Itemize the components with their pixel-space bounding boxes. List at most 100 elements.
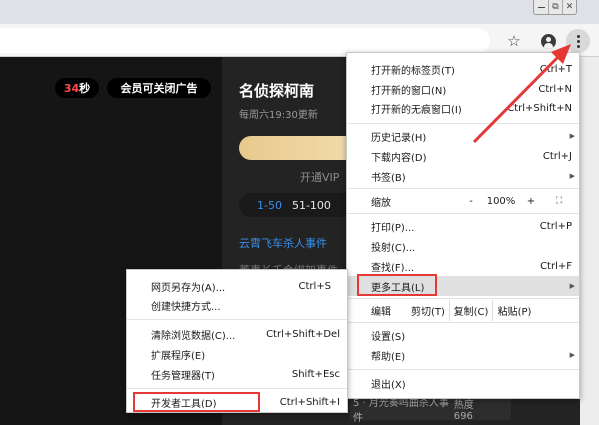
- menu-item-cast[interactable]: 投射(C)...: [347, 236, 579, 256]
- tab-episodes-1-50[interactable]: 1-50: [257, 199, 282, 212]
- submenu-arrow-icon: ▶: [569, 132, 575, 140]
- menu-item-settings[interactable]: 设置(S): [347, 325, 579, 345]
- menu-label: 帮助(E): [371, 351, 406, 363]
- menu-zoom-row: 缩放 - 100% + ⛶: [347, 191, 579, 211]
- menu-shortcut: Ctrl+Shift+N: [507, 102, 572, 114]
- cut-button[interactable]: 剪切(T): [407, 300, 450, 321]
- submenu-arrow-icon: ▶: [569, 282, 575, 290]
- tab-episodes-51-100[interactable]: 51-100: [292, 199, 331, 212]
- show-update-schedule: 每周六19:30更新: [239, 110, 318, 121]
- ad-countdown-badge: 34 秒: [55, 78, 99, 98]
- submenu-arrow-icon: ▶: [569, 172, 575, 180]
- ad-countdown-unit: 秒: [79, 82, 91, 95]
- menu-divider: [347, 213, 579, 214]
- vip-gold-button[interactable]: [239, 136, 359, 160]
- menu-label: 下载内容(D): [371, 152, 427, 164]
- menu-item-incognito[interactable]: 打开新的无痕窗口(I) Ctrl+Shift+N: [347, 98, 579, 118]
- submenu-arrow-icon: ▶: [569, 351, 575, 359]
- annotation-box-more-tools: [357, 274, 437, 296]
- menu-shortcut: Ctrl+J: [542, 150, 572, 162]
- submenu-item-save-as[interactable]: 网页另存为(A)... Ctrl+S: [127, 276, 347, 296]
- menu-divider: [127, 319, 347, 320]
- vip-close-ad-label: 会员可关闭广告: [120, 82, 198, 95]
- menu-shortcut: Ctrl+T: [539, 63, 572, 75]
- submenu-item-create-shortcut[interactable]: 创建快捷方式...: [127, 295, 347, 315]
- menu-item-downloads[interactable]: 下载内容(D) Ctrl+J: [347, 146, 579, 166]
- menu-item-find[interactable]: 查找(F)... Ctrl+F: [347, 256, 579, 276]
- star-icon: ☆: [507, 32, 521, 50]
- menu-edit-row: 编辑 剪切(T) 复制(C) 粘贴(P): [347, 300, 579, 321]
- copy-button[interactable]: 复制(C): [450, 300, 493, 321]
- menu-item-help[interactable]: 帮助(E) ▶: [347, 345, 579, 365]
- menu-label: 书签(B): [371, 172, 406, 184]
- submenu-item-task-manager[interactable]: 任务管理器(T) Shift+Esc: [127, 364, 347, 384]
- profile-button[interactable]: [537, 30, 559, 52]
- restore-button[interactable]: ⧉: [548, 0, 562, 14]
- menu-label: 扩展程序(E): [151, 350, 206, 362]
- window-controls: ⧉ ✕: [533, 0, 577, 15]
- episode-range-tabs: 1-50 51-100: [239, 193, 359, 217]
- menu-item-print[interactable]: 打印(P)... Ctrl+P: [347, 216, 579, 236]
- menu-item-history[interactable]: 历史记录(H) ▶: [347, 126, 579, 146]
- menu-shortcut: Ctrl+N: [538, 83, 572, 95]
- menu-divider: [347, 369, 579, 370]
- menu-shortcut: Ctrl+S: [298, 280, 331, 292]
- show-title: 名侦探柯南: [239, 82, 315, 100]
- menu-label: 任务管理器(T): [151, 370, 215, 382]
- menu-label: 查找(F)...: [371, 262, 415, 274]
- fullscreen-icon[interactable]: ⛶: [556, 196, 562, 206]
- page-scrollbar[interactable]: [580, 57, 599, 425]
- menu-shortcut: Ctrl+Shift+I: [279, 396, 340, 408]
- menu-divider: [347, 123, 579, 124]
- minimize-button[interactable]: [534, 0, 548, 14]
- menu-label: 打开新的窗口(N): [371, 85, 447, 97]
- episode-list-item[interactable]: 5 · 月光奏鸣曲杀人事件 热度 696: [350, 398, 511, 424]
- menu-label: 设置(S): [371, 331, 406, 343]
- zoom-level: 100%: [486, 195, 516, 207]
- chrome-main-menu: 打开新的标签页(T) Ctrl+T 打开新的窗口(N) Ctrl+N 打开新的无痕窗…: [346, 52, 580, 399]
- menu-label: 打开新的标签页(T): [371, 65, 455, 77]
- bookmark-star-button[interactable]: ☆: [503, 30, 525, 52]
- zoom-in-button[interactable]: +: [520, 196, 542, 207]
- episode-link-current[interactable]: 云霄飞车杀人事件: [239, 235, 327, 251]
- minimize-icon: [537, 6, 545, 8]
- menu-shortcut: Ctrl+Shift+Del: [266, 328, 340, 340]
- menu-shortcut: Ctrl+F: [540, 260, 572, 272]
- menu-item-new-window[interactable]: 打开新的窗口(N) Ctrl+N: [347, 79, 579, 99]
- menu-label: 打开新的无痕窗口(I): [371, 104, 462, 116]
- screen: ⧉ ✕ ☆ 34 秒 会员可关闭广告 名侦探柯南 每周六19:30更新 开通VIP…: [0, 0, 599, 425]
- edit-label: 编辑: [371, 307, 391, 318]
- menu-item-new-tab[interactable]: 打开新的标签页(T) Ctrl+T: [347, 59, 579, 79]
- submenu-item-clear-data[interactable]: 清除浏览数据(C)... Ctrl+Shift+Del: [127, 324, 347, 344]
- three-dots-menu-icon: [576, 34, 580, 48]
- menu-divider: [347, 298, 579, 299]
- menu-divider: [347, 322, 579, 323]
- menu-label: 打印(P)...: [371, 222, 415, 234]
- close-window-button[interactable]: ✕: [562, 0, 576, 14]
- vip-close-ad-button[interactable]: 会员可关闭广告: [107, 78, 211, 98]
- menu-label: 创建快捷方式...: [151, 301, 221, 313]
- menu-label: 清除浏览数据(C)...: [151, 330, 236, 342]
- chrome-menu-button[interactable]: [566, 29, 590, 53]
- menu-label: 历史记录(H): [371, 132, 427, 144]
- profile-icon: [540, 33, 556, 49]
- paste-button[interactable]: 粘贴(P): [493, 300, 536, 321]
- close-icon: ✕: [565, 2, 574, 12]
- episode-heat: 热度 696: [453, 400, 474, 422]
- address-bar[interactable]: [0, 28, 490, 53]
- zoom-out-button[interactable]: -: [460, 196, 482, 207]
- vip-open-text[interactable]: 开通VIP: [300, 169, 339, 185]
- menu-shortcut: Shift+Esc: [291, 368, 340, 380]
- restore-icon: ⧉: [552, 2, 559, 12]
- menu-item-bookmarks[interactable]: 书签(B) ▶: [347, 166, 579, 186]
- menu-item-exit[interactable]: 退出(X): [347, 373, 579, 393]
- ad-countdown-value: 34: [63, 81, 80, 95]
- menu-divider: [347, 188, 579, 189]
- browser-titlebar: [0, 0, 599, 24]
- zoom-label: 缩放: [371, 197, 391, 209]
- submenu-item-extensions[interactable]: 扩展程序(E): [127, 344, 347, 364]
- menu-label: 投射(C)...: [371, 242, 416, 254]
- annotation-box-devtools: [133, 392, 260, 412]
- menu-label: 退出(X): [371, 379, 406, 391]
- menu-divider: [127, 388, 347, 389]
